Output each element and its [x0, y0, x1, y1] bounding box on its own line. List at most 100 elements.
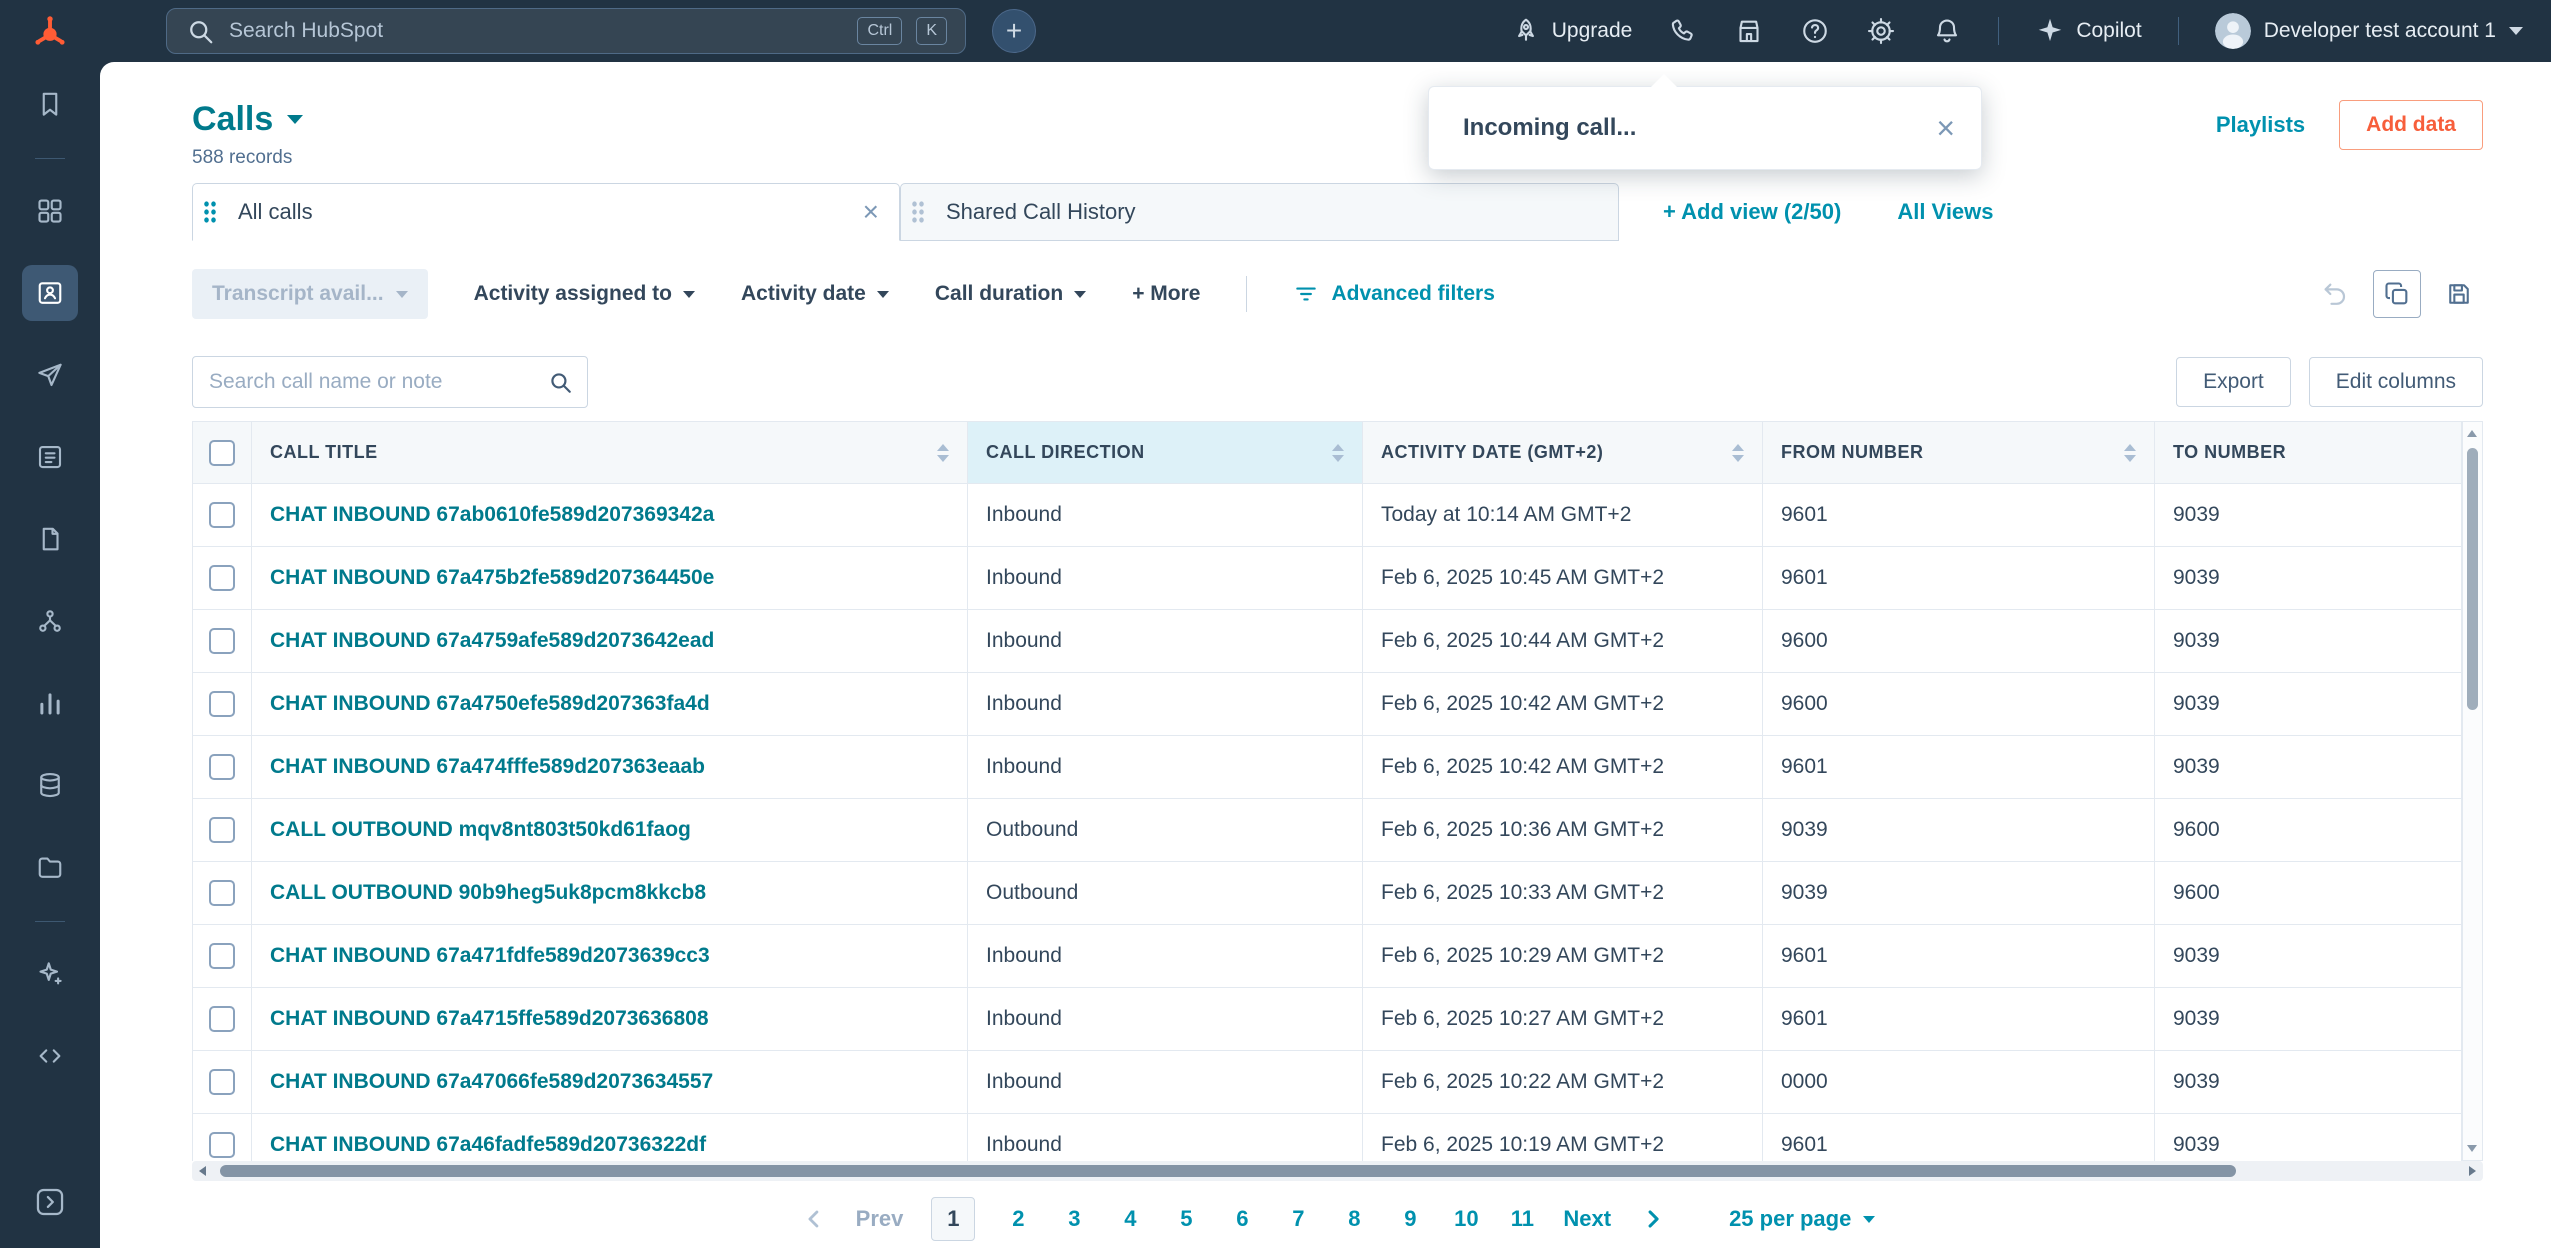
- sidebar-expand-button[interactable]: [22, 1174, 78, 1230]
- table-search[interactable]: [192, 356, 588, 408]
- notifications-icon[interactable]: [1932, 16, 1962, 46]
- horizontal-scrollbar[interactable]: [192, 1161, 2483, 1181]
- sidebar-item-documents[interactable]: [22, 511, 78, 567]
- scroll-right-icon[interactable]: [2469, 1166, 2476, 1176]
- next-chevron-icon[interactable]: [1639, 1205, 1667, 1233]
- vertical-scrollbar-thumb[interactable]: [2467, 448, 2478, 710]
- row-checkbox[interactable]: [209, 817, 235, 843]
- call-title-link[interactable]: CALL OUTBOUND mqv8nt803t50kd61faog: [270, 818, 691, 841]
- tab-shared-call-history[interactable]: Shared Call History: [900, 183, 1619, 241]
- sidebar-item-bookmarks[interactable]: [22, 76, 78, 132]
- column-header-call-title[interactable]: CALL TITLE: [252, 422, 968, 484]
- row-checkbox[interactable]: [209, 754, 235, 780]
- call-title-link[interactable]: CHAT INBOUND 67a474fffe589d207363eaab: [270, 755, 705, 778]
- scroll-down-icon[interactable]: [2467, 1145, 2477, 1152]
- save-view-button[interactable]: [2435, 270, 2483, 318]
- column-header-to-number[interactable]: TO NUMBER: [2155, 422, 2462, 484]
- filter-activity-date[interactable]: Activity date: [741, 282, 889, 306]
- sidebar-item-lists[interactable]: [22, 429, 78, 485]
- page-button-11[interactable]: 11: [1509, 1206, 1535, 1232]
- settings-icon[interactable]: [1866, 16, 1896, 46]
- sidebar-item-ai[interactable]: [22, 946, 78, 1002]
- row-checkbox[interactable]: [209, 502, 235, 528]
- tab-all-calls[interactable]: All calls ×: [192, 183, 900, 241]
- help-icon[interactable]: [1800, 16, 1830, 46]
- column-header-call-direction[interactable]: CALL DIRECTION: [968, 422, 1363, 484]
- drag-handle-icon[interactable]: [203, 200, 216, 224]
- call-title-link[interactable]: CHAT INBOUND 67a4750efe589d207363fa4d: [270, 692, 710, 715]
- global-search[interactable]: Ctrl K: [166, 8, 966, 54]
- sort-icon[interactable]: [1322, 444, 1344, 462]
- upgrade-button[interactable]: Upgrade: [1511, 16, 1633, 46]
- page-button-5[interactable]: 5: [1173, 1206, 1199, 1232]
- account-menu[interactable]: Developer test account 1: [2215, 13, 2523, 49]
- column-header-from-number[interactable]: FROM NUMBER: [1763, 422, 2155, 484]
- row-checkbox[interactable]: [209, 628, 235, 654]
- more-filters-button[interactable]: + More: [1132, 282, 1200, 306]
- edit-columns-button[interactable]: Edit columns: [2309, 357, 2483, 407]
- add-data-button[interactable]: Add data: [2339, 100, 2483, 150]
- page-button-7[interactable]: 7: [1285, 1206, 1311, 1232]
- hubspot-logo[interactable]: [0, 13, 100, 49]
- page-title-caret-icon[interactable]: [287, 115, 303, 124]
- page-button-8[interactable]: 8: [1341, 1206, 1367, 1232]
- sort-icon[interactable]: [1722, 444, 1744, 462]
- sidebar-item-development[interactable]: [22, 1028, 78, 1084]
- row-checkbox[interactable]: [209, 691, 235, 717]
- filter-activity-assigned-to[interactable]: Activity assigned to: [474, 282, 695, 306]
- horizontal-scrollbar-thumb[interactable]: [220, 1165, 2236, 1177]
- next-button[interactable]: Next: [1563, 1206, 1611, 1232]
- quick-add-button[interactable]: +: [992, 9, 1036, 53]
- select-all-checkbox[interactable]: [209, 440, 235, 466]
- row-checkbox[interactable]: [209, 1132, 235, 1158]
- sidebar-item-crm[interactable]: [22, 265, 78, 321]
- clone-view-button[interactable]: [2373, 270, 2421, 318]
- export-button[interactable]: Export: [2176, 357, 2291, 407]
- scroll-up-icon[interactable]: [2467, 430, 2477, 437]
- global-search-input[interactable]: [229, 19, 843, 43]
- table-search-input[interactable]: [209, 370, 537, 394]
- row-checkbox[interactable]: [209, 880, 235, 906]
- playlists-link[interactable]: Playlists: [2216, 112, 2305, 138]
- sort-icon[interactable]: [927, 444, 949, 462]
- advanced-filters-button[interactable]: Advanced filters: [1293, 281, 1494, 307]
- per-page-dropdown[interactable]: 25 per page: [1729, 1206, 1875, 1232]
- page-button-10[interactable]: 10: [1453, 1206, 1479, 1232]
- call-title-link[interactable]: CHAT INBOUND 67a4715ffe589d2073636808: [270, 1007, 709, 1030]
- vertical-scrollbar[interactable]: [2462, 421, 2483, 1161]
- page-button-3[interactable]: 3: [1061, 1206, 1087, 1232]
- call-title-link[interactable]: CHAT INBOUND 67a4759afe589d2073642ead: [270, 629, 714, 652]
- close-tab-icon[interactable]: ×: [863, 198, 879, 226]
- call-title-link[interactable]: CHAT INBOUND 67a46fadfe589d20736322df: [270, 1133, 706, 1156]
- all-views-link[interactable]: All Views: [1897, 199, 1993, 225]
- search-icon[interactable]: [547, 369, 573, 395]
- page-button-2[interactable]: 2: [1005, 1206, 1031, 1232]
- add-view-link[interactable]: + Add view (2/50): [1663, 199, 1841, 225]
- sidebar-item-workflows[interactable]: [22, 593, 78, 649]
- sidebar-item-workspaces[interactable]: [22, 183, 78, 239]
- row-checkbox[interactable]: [209, 1069, 235, 1095]
- page-button-9[interactable]: 9: [1397, 1206, 1423, 1232]
- scroll-left-icon[interactable]: [199, 1166, 206, 1176]
- sidebar-item-library[interactable]: [22, 839, 78, 895]
- row-checkbox[interactable]: [209, 943, 235, 969]
- call-title-link[interactable]: CHAT INBOUND 67a47066fe589d2073634557: [270, 1070, 713, 1093]
- row-checkbox[interactable]: [209, 565, 235, 591]
- page-title[interactable]: Calls: [192, 100, 273, 139]
- page-button-6[interactable]: 6: [1229, 1206, 1255, 1232]
- copilot-button[interactable]: Copilot: [2035, 16, 2141, 46]
- column-header-activity-date[interactable]: ACTIVITY DATE (GMT+2): [1363, 422, 1763, 484]
- page-button-4[interactable]: 4: [1117, 1206, 1143, 1232]
- sidebar-item-marketing[interactable]: [22, 347, 78, 403]
- call-title-link[interactable]: CHAT INBOUND 67a471fdfe589d2073639cc3: [270, 944, 710, 967]
- row-checkbox[interactable]: [209, 1006, 235, 1032]
- calling-icon[interactable]: [1668, 16, 1698, 46]
- page-button-1[interactable]: 1: [931, 1197, 975, 1241]
- filter-call-duration[interactable]: Call duration: [935, 282, 1086, 306]
- sort-icon[interactable]: [2114, 444, 2136, 462]
- drag-handle-icon[interactable]: [911, 200, 924, 224]
- call-title-link[interactable]: CALL OUTBOUND 90b9heg5uk8pcm8kkcb8: [270, 881, 706, 904]
- close-icon[interactable]: ×: [1936, 112, 1955, 144]
- sidebar-item-data[interactable]: [22, 757, 78, 813]
- sidebar-item-reporting[interactable]: [22, 675, 78, 731]
